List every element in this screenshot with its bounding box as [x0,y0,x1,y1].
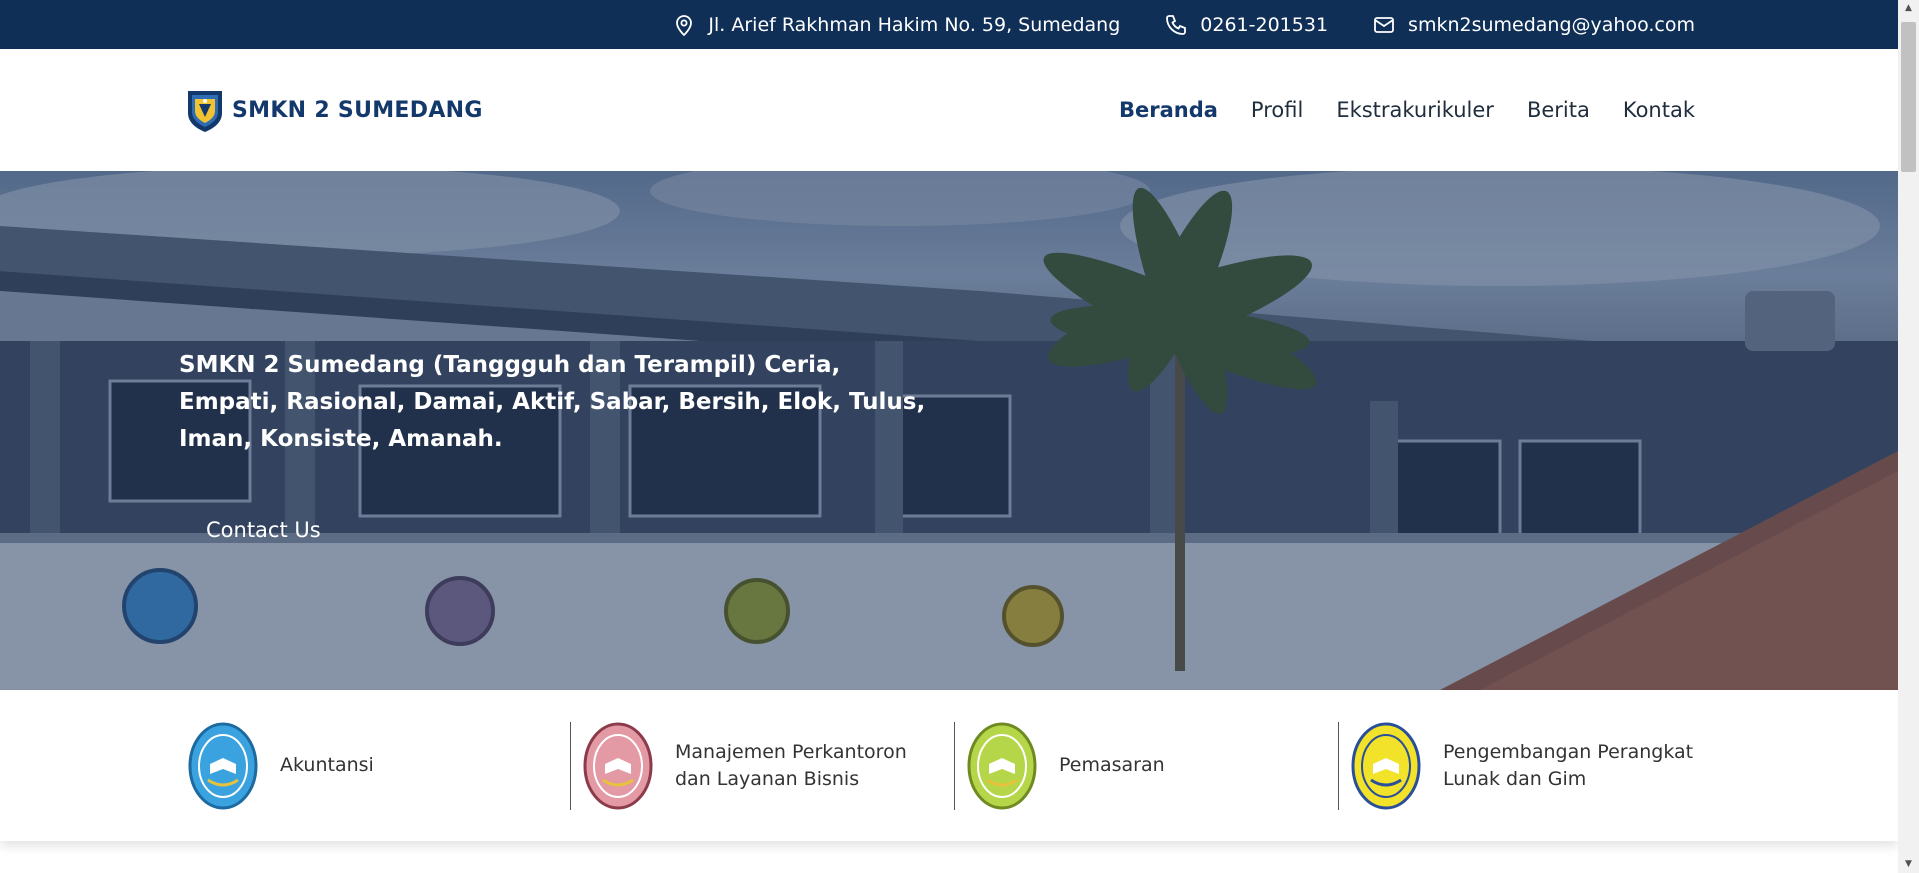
nav-item-ekstrakurikuler[interactable]: Ekstrakurikuler [1336,98,1494,122]
brand-link[interactable]: SMKN 2 SUMEDANG [186,87,483,133]
nav-item-profil[interactable]: Profil [1251,98,1303,122]
envelope-icon [1374,16,1394,33]
mplb-badge-icon [583,722,653,809]
main-navbar: SMKN 2 SUMEDANG Beranda Profil Ekstrakur… [0,49,1898,171]
location-pin-icon [676,14,693,36]
program-item[interactable]: Pengembangan Perangkat Lunak dan Gim [1338,721,1722,810]
nav-menu: Beranda Profil Ekstrakurikuler Berita Ko… [1119,98,1695,122]
address-text: Jl. Arief Rakhman Hakim No. 59, Sumedang [708,13,1121,36]
hero-heading: SMKN 2 Sumedang (Tanggguh dan Terampil) … [179,352,926,452]
phone-info[interactable]: 0261-201531 [1164,13,1328,37]
scroll-thumb[interactable] [1901,22,1916,172]
akuntansi-badge-icon [188,722,258,809]
address-info: Jl. Arief Rakhman Hakim No. 59, Sumedang [672,13,1120,37]
school-crest-icon [188,91,222,132]
phone-icon [1166,14,1187,35]
program-label: Pengembangan Perangkat Lunak dan Gim [1443,740,1694,790]
program-label: Pemasaran [1059,754,1165,776]
program-label: Akuntansi [280,754,374,776]
brand-name: SMKN 2 SUMEDANG [232,97,483,123]
email-text: smkn2sumedang@yahoo.com [1408,13,1695,36]
nav-item-kontak[interactable]: Kontak [1623,98,1695,122]
program-label: Manajemen Perkantoron dan Layanan Bisnis [675,740,907,790]
nav-item-beranda[interactable]: Beranda [1119,98,1218,122]
program-item[interactable]: Akuntansi [186,722,570,810]
programs-strip: Akuntansi Manajemen Perkantoron dan Laya… [0,690,1898,841]
top-contact-bar: Jl. Arief Rakhman Hakim No. 59, Sumedang… [0,0,1898,49]
nav-item-berita[interactable]: Berita [1527,98,1590,122]
program-item[interactable]: Manajemen Perkantoron dan Layanan Bisnis [570,721,954,810]
scroll-down-arrow-icon[interactable]: ▼ [1898,856,1919,873]
pemasaran-badge-icon [967,722,1037,809]
pplg-badge-icon [1351,722,1421,809]
scroll-up-arrow-icon[interactable]: ▲ [1898,0,1919,17]
hero-banner: SMKN 2 Sumedang (Tanggguh dan Terampil) … [0,171,1898,690]
vertical-scrollbar[interactable]: ▲ ▼ [1898,0,1919,873]
contact-us-button[interactable]: Contact Us [180,504,347,556]
program-item[interactable]: Pemasaran [954,721,1338,810]
email-info[interactable]: smkn2sumedang@yahoo.com [1372,13,1695,37]
phone-text: 0261-201531 [1200,13,1329,36]
